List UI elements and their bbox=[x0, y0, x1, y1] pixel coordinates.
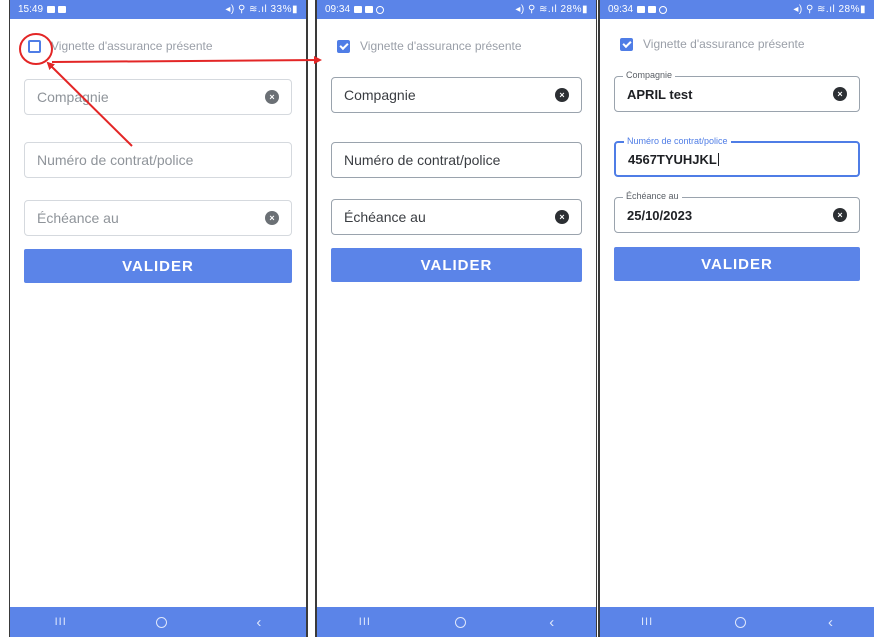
clear-icon[interactable]: × bbox=[265, 211, 279, 225]
status-bar: 15:49 ◂) ⚲ ≋.ıl 33%▮ bbox=[10, 0, 306, 19]
sync-icon bbox=[659, 5, 668, 14]
sync-icon bbox=[376, 5, 385, 14]
status-time: 09:34 bbox=[325, 4, 351, 15]
status-indicators: ◂) ⚲ ≋.ıl 33%▮ bbox=[225, 4, 298, 15]
screen-unchecked: 15:49 ◂) ⚲ ≋.ıl 33%▮ Vignette d'assuranc… bbox=[9, 0, 308, 637]
contract-number-placeholder: Numéro de contrat/police bbox=[344, 152, 501, 168]
due-date-input[interactable]: Échéance au × bbox=[24, 200, 292, 236]
insurance-sticker-checkbox-row[interactable]: Vignette d'assurance présente bbox=[337, 39, 522, 53]
clear-icon[interactable]: × bbox=[265, 90, 279, 104]
recent-apps-icon[interactable]: III bbox=[55, 616, 67, 628]
notification-icon bbox=[58, 6, 67, 13]
gallery-icon bbox=[637, 6, 646, 13]
due-date-input[interactable]: Échéance au × bbox=[331, 199, 582, 235]
status-time: 09:34 bbox=[608, 4, 634, 15]
clear-icon[interactable]: × bbox=[833, 208, 847, 222]
checkbox-label: Vignette d'assurance présente bbox=[643, 37, 805, 51]
company-input[interactable]: Compagnie × bbox=[24, 79, 292, 115]
gallery-icon bbox=[354, 6, 363, 13]
contract-number-label: Numéro de contrat/police bbox=[624, 136, 731, 146]
clear-icon[interactable]: × bbox=[833, 87, 847, 101]
checkbox-label: Vignette d'assurance présente bbox=[360, 39, 522, 53]
status-indicators: ◂) ⚲ ≋.ıl 28%▮ bbox=[793, 4, 866, 15]
due-date-placeholder: Échéance au bbox=[37, 210, 119, 226]
contract-number-input[interactable]: Numéro de contrat/police bbox=[331, 142, 582, 178]
checkbox-icon[interactable] bbox=[337, 39, 350, 53]
checkbox-icon[interactable] bbox=[28, 39, 41, 53]
company-value: APRIL test bbox=[627, 86, 693, 102]
insurance-sticker-checkbox-row[interactable]: Vignette d'assurance présente bbox=[28, 39, 213, 53]
clear-icon[interactable]: × bbox=[555, 88, 569, 102]
checkbox-label: Vignette d'assurance présente bbox=[51, 39, 213, 53]
validate-button[interactable]: VALIDER bbox=[331, 248, 582, 282]
contract-number-input[interactable]: Numéro de contrat/police bbox=[24, 142, 292, 178]
company-label: Compagnie bbox=[623, 70, 676, 80]
due-date-input[interactable]: Échéance au 25/10/2023 × bbox=[614, 191, 860, 233]
status-bar: 09:34 ◂) ⚲ ≋.ıl 28%▮ bbox=[317, 0, 596, 19]
status-bar: 09:34 ◂) ⚲ ≋.ıl 28%▮ bbox=[600, 0, 874, 19]
recent-apps-icon[interactable]: III bbox=[359, 616, 371, 628]
status-time: 15:49 bbox=[18, 4, 44, 15]
due-date-value: 25/10/2023 bbox=[627, 207, 693, 223]
back-icon[interactable]: ‹ bbox=[256, 614, 261, 631]
notification-icon bbox=[365, 6, 374, 13]
notification-icon bbox=[648, 6, 657, 13]
home-icon[interactable] bbox=[735, 616, 747, 628]
back-icon[interactable]: ‹ bbox=[549, 614, 554, 631]
checkbox-icon[interactable] bbox=[620, 37, 633, 51]
status-indicators: ◂) ⚲ ≋.ıl 28%▮ bbox=[515, 4, 588, 15]
text-cursor bbox=[717, 152, 719, 166]
contract-number-placeholder: Numéro de contrat/police bbox=[37, 152, 194, 168]
company-placeholder: Compagnie bbox=[344, 87, 416, 103]
home-icon[interactable] bbox=[454, 616, 466, 628]
company-input[interactable]: Compagnie × bbox=[331, 77, 582, 113]
system-nav-bar: III ‹ bbox=[10, 607, 306, 637]
home-icon[interactable] bbox=[156, 616, 168, 628]
contract-number-input[interactable]: Numéro de contrat/police 4567TYUHJKL bbox=[614, 136, 860, 177]
gallery-icon bbox=[47, 6, 56, 13]
insurance-sticker-checkbox-row[interactable]: Vignette d'assurance présente bbox=[620, 37, 805, 51]
screen-checked-filled: 09:34 ◂) ⚲ ≋.ıl 28%▮ Vignette d'assuranc… bbox=[598, 0, 874, 637]
validate-button[interactable]: VALIDER bbox=[614, 247, 860, 281]
company-input[interactable]: Compagnie APRIL test × bbox=[614, 70, 860, 112]
due-date-placeholder: Échéance au bbox=[344, 209, 426, 225]
clear-icon[interactable]: × bbox=[555, 210, 569, 224]
company-placeholder: Compagnie bbox=[37, 89, 109, 105]
back-icon[interactable]: ‹ bbox=[828, 614, 833, 631]
screen-checked-empty: 09:34 ◂) ⚲ ≋.ıl 28%▮ Vignette d'assuranc… bbox=[315, 0, 597, 637]
due-date-label: Échéance au bbox=[623, 191, 682, 201]
validate-button[interactable]: VALIDER bbox=[24, 249, 292, 283]
contract-number-value: 4567TYUHJKL bbox=[628, 151, 717, 167]
system-nav-bar: III ‹ bbox=[600, 607, 874, 637]
recent-apps-icon[interactable]: III bbox=[641, 616, 653, 628]
system-nav-bar: III ‹ bbox=[317, 607, 596, 637]
